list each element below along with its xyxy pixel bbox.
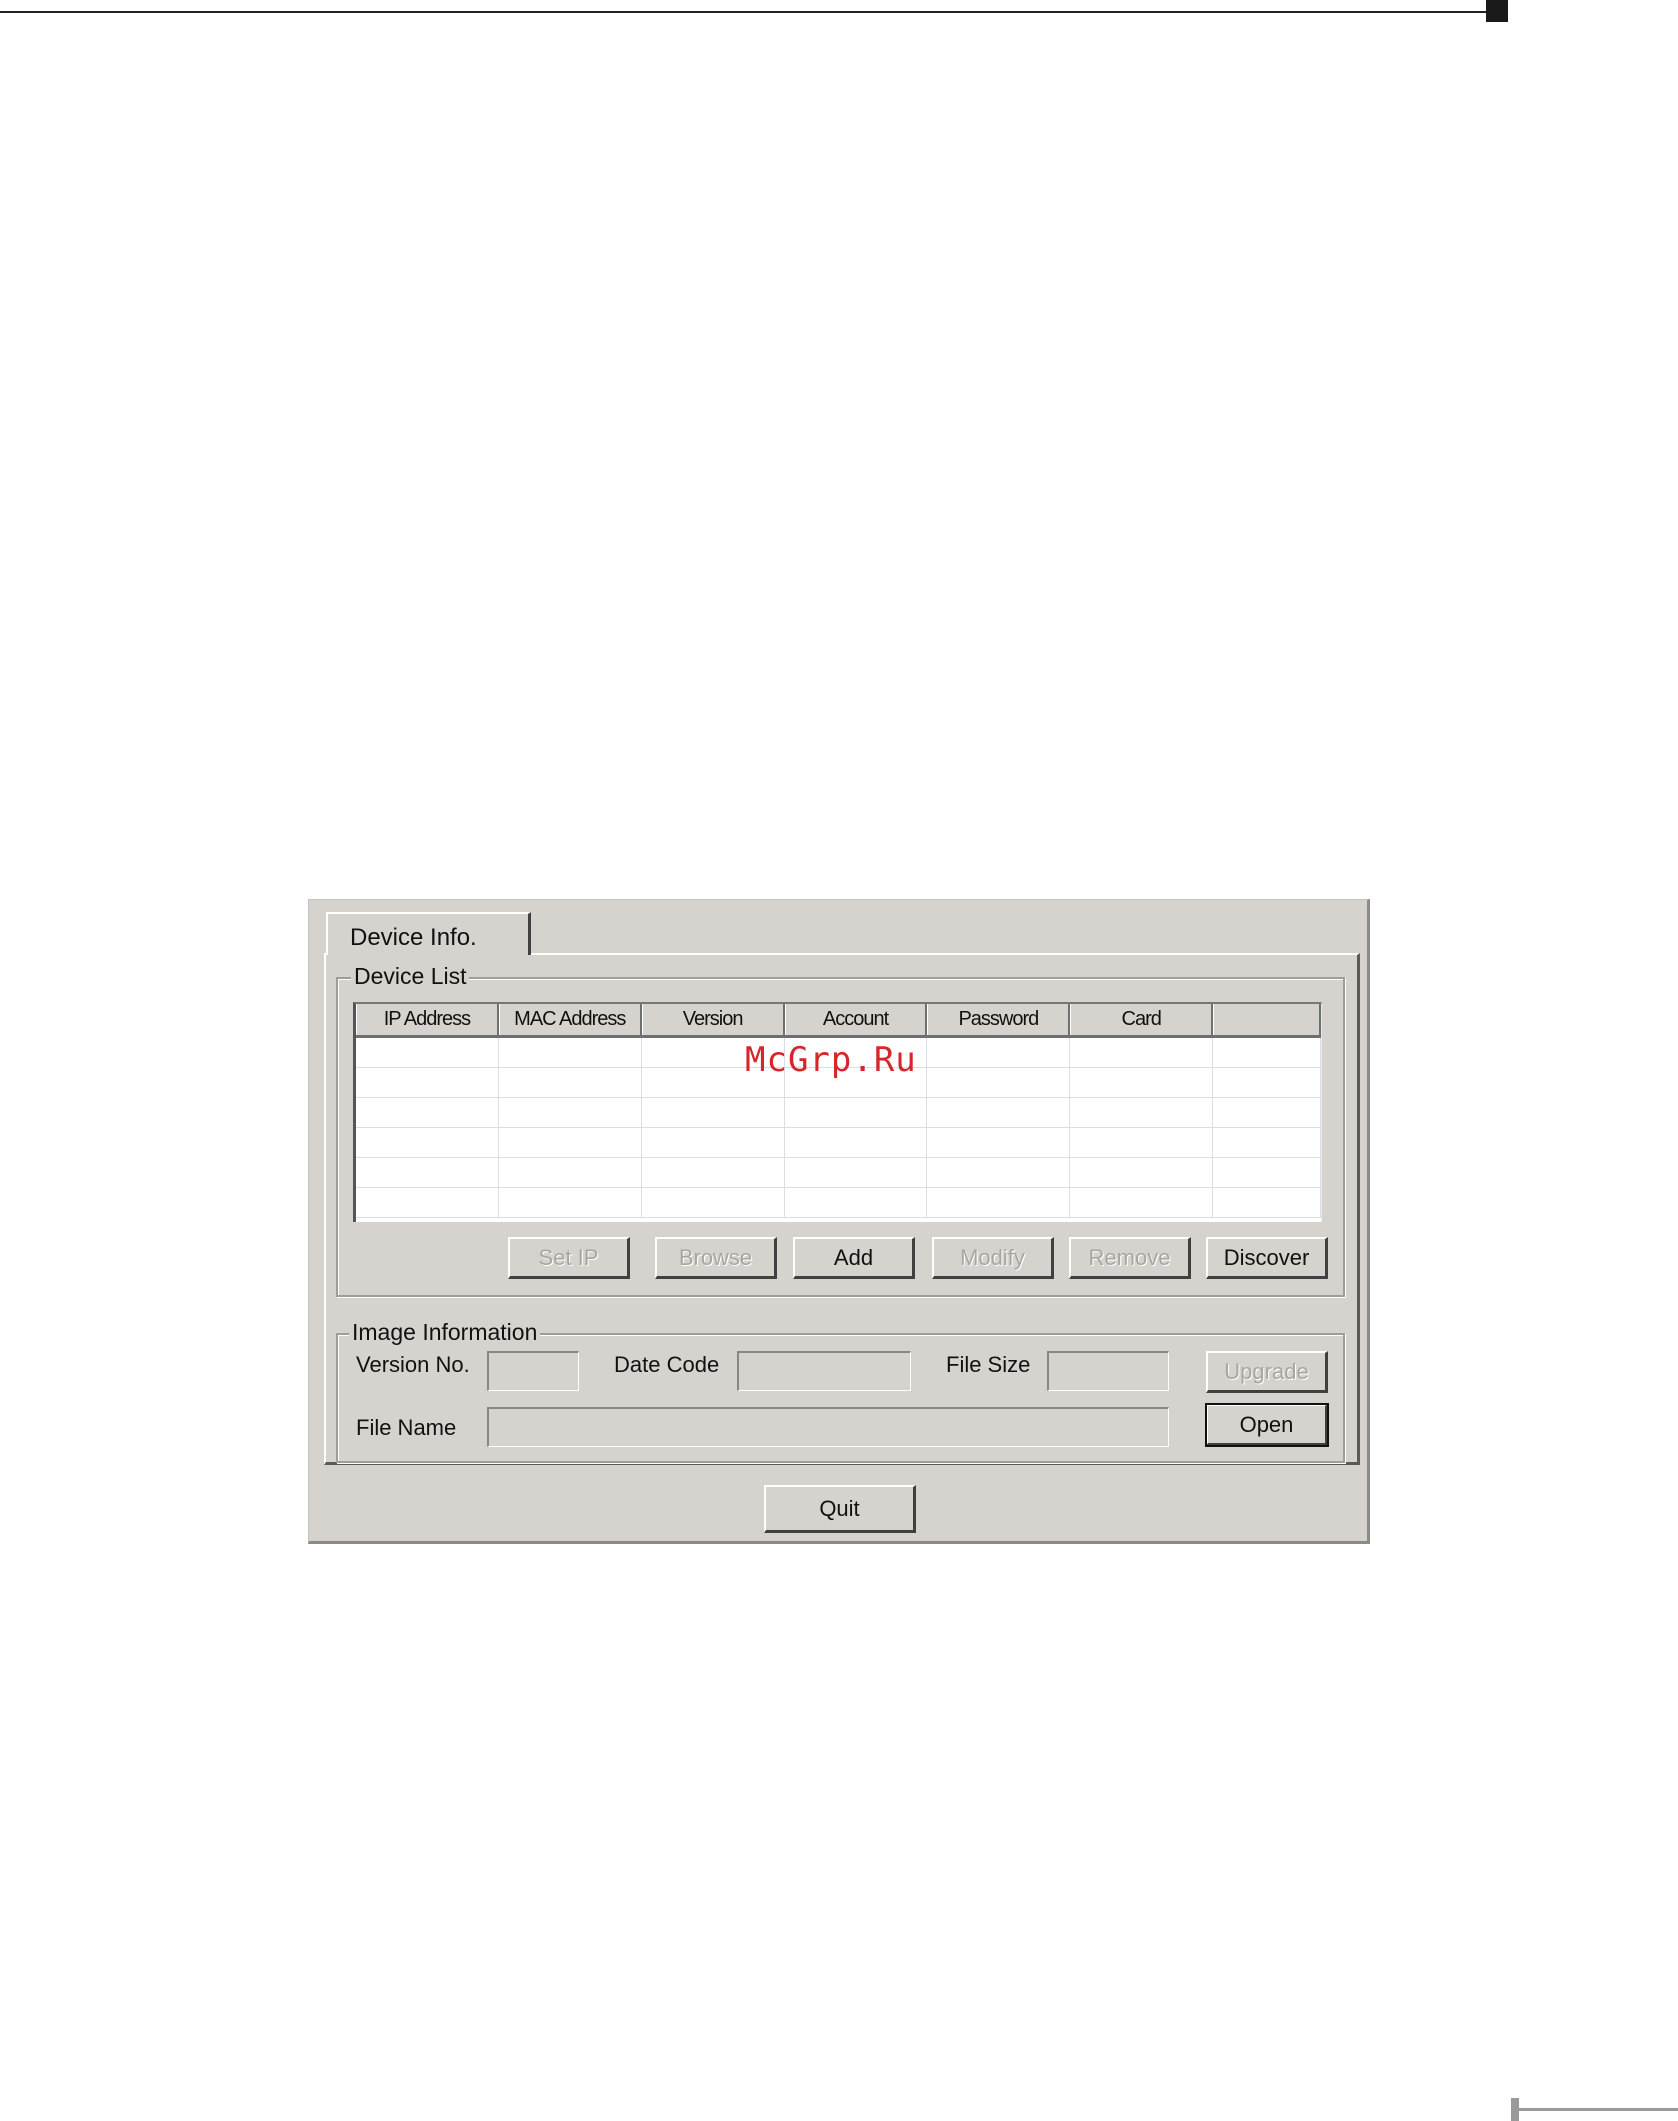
- file-name-field[interactable]: [487, 1407, 1169, 1447]
- table-cell: [927, 1098, 1071, 1127]
- set-ip-button[interactable]: Set IP: [508, 1237, 630, 1279]
- table-cell: [1213, 1098, 1321, 1127]
- upgrade-button[interactable]: Upgrade: [1206, 1351, 1328, 1393]
- open-button[interactable]: Open: [1205, 1403, 1329, 1447]
- tab-device-info-label: Device Info.: [350, 924, 477, 951]
- date-code-label: Date Code: [614, 1352, 720, 1377]
- table-cell: [1070, 1158, 1214, 1187]
- page-bottom-rule: [1519, 2108, 1678, 2111]
- table-cell: [1070, 1098, 1214, 1127]
- date-code-field[interactable]: [737, 1351, 911, 1391]
- table-cell: [1213, 1158, 1321, 1187]
- column-header-version[interactable]: Version: [641, 1004, 785, 1035]
- device-list-title: Device List: [351, 963, 470, 990]
- table-row[interactable]: [356, 1158, 1321, 1188]
- table-cell: [356, 1158, 499, 1187]
- watermark-text: McGrp.Ru: [745, 1040, 917, 1080]
- table-cell: [785, 1098, 928, 1127]
- column-header-card[interactable]: Card: [1070, 1004, 1214, 1035]
- table-cell: [927, 1188, 1071, 1217]
- table-cell: [1070, 1188, 1214, 1217]
- table-cell: [785, 1188, 928, 1217]
- table-cell: [927, 1158, 1071, 1187]
- table-cell: [1070, 1128, 1214, 1157]
- table-row[interactable]: [356, 1188, 1321, 1218]
- column-header-ip-address[interactable]: IP Address: [356, 1004, 499, 1035]
- table-cell: [785, 1128, 928, 1157]
- remove-button[interactable]: Remove: [1069, 1237, 1191, 1279]
- tab-device-info[interactable]: Device Info.: [326, 912, 531, 955]
- table-cell: [356, 1188, 499, 1217]
- browse-button[interactable]: Browse: [655, 1237, 777, 1279]
- table-cell: [927, 1068, 1071, 1097]
- file-size-field[interactable]: [1047, 1351, 1169, 1391]
- table-cell: [499, 1098, 642, 1127]
- table-cell: [356, 1098, 499, 1127]
- table-row[interactable]: [356, 1098, 1321, 1128]
- quit-button[interactable]: Quit: [764, 1485, 916, 1533]
- table-cell: [499, 1038, 642, 1067]
- table-cell: [1213, 1128, 1321, 1157]
- device-list-view[interactable]: IP Address MAC Address Version Account P…: [353, 1002, 1322, 1222]
- table-cell: [1213, 1188, 1321, 1217]
- column-header-mac-address[interactable]: MAC Address: [498, 1004, 642, 1035]
- table-cell: [785, 1158, 928, 1187]
- column-header-account[interactable]: Account: [784, 1004, 928, 1035]
- table-cell: [356, 1128, 499, 1157]
- modify-button[interactable]: Modify: [932, 1237, 1054, 1279]
- table-cell: [499, 1188, 642, 1217]
- discover-button[interactable]: Discover: [1206, 1237, 1328, 1279]
- file-name-label: File Name: [356, 1415, 457, 1440]
- table-row[interactable]: [356, 1128, 1321, 1158]
- table-cell: [927, 1128, 1071, 1157]
- device-list-header: IP Address MAC Address Version Account P…: [356, 1004, 1321, 1038]
- page-bottom-marker: [1511, 2098, 1519, 2121]
- page-corner-marker: [1486, 0, 1508, 22]
- table-cell: [356, 1038, 499, 1067]
- version-no-label: Version No.: [356, 1352, 470, 1377]
- table-cell: [499, 1128, 642, 1157]
- table-cell: [356, 1068, 499, 1097]
- image-info-title: Image Information: [349, 1319, 541, 1346]
- column-header-blank[interactable]: [1213, 1004, 1321, 1035]
- table-cell: [927, 1038, 1071, 1067]
- table-cell: [642, 1158, 785, 1187]
- table-cell: [499, 1158, 642, 1187]
- table-cell: [1070, 1038, 1214, 1067]
- table-cell: [499, 1068, 642, 1097]
- table-cell: [1213, 1038, 1321, 1067]
- column-header-password[interactable]: Password: [927, 1004, 1071, 1035]
- page-top-rule: [0, 11, 1495, 13]
- device-dialog: Device Info. Device List IP Address MAC …: [308, 899, 1370, 1544]
- version-no-field[interactable]: [487, 1351, 579, 1391]
- add-button[interactable]: Add: [793, 1237, 915, 1279]
- table-cell: [1213, 1068, 1321, 1097]
- table-cell: [642, 1098, 785, 1127]
- table-cell: [642, 1188, 785, 1217]
- file-size-label: File Size: [946, 1352, 1031, 1377]
- table-cell: [642, 1128, 785, 1157]
- table-cell: [1070, 1068, 1214, 1097]
